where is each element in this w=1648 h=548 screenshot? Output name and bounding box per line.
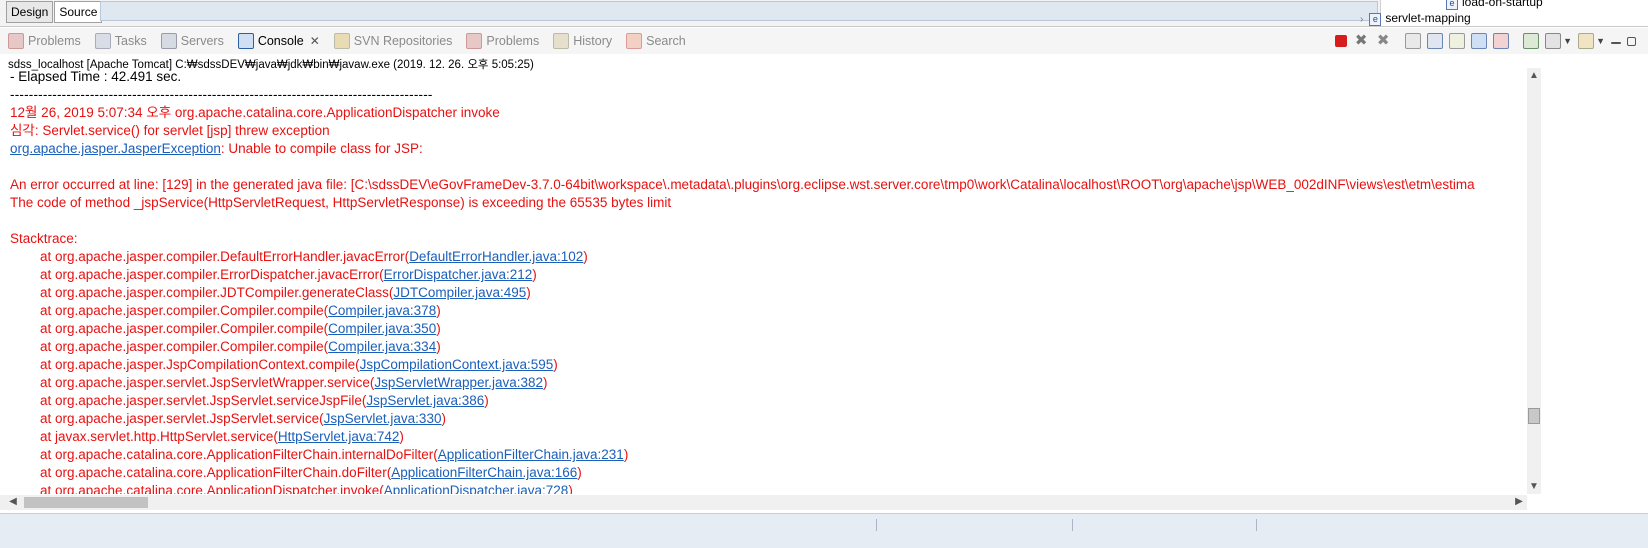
source-link[interactable]: JspServlet.java:330 bbox=[324, 411, 442, 426]
horizontal-scroll-thumb[interactable] bbox=[24, 497, 148, 508]
tab-servers[interactable]: Servers bbox=[160, 32, 224, 50]
problems-icon bbox=[466, 33, 483, 49]
history-icon bbox=[553, 33, 570, 49]
status-separator bbox=[1072, 519, 1073, 531]
status-separator bbox=[1256, 519, 1257, 531]
source-link[interactable]: Compiler.java:378 bbox=[328, 303, 436, 318]
vertical-scrollbar[interactable] bbox=[1527, 68, 1541, 494]
stack-frame: at org.apache.jasper.servlet.JspServlet.… bbox=[40, 411, 446, 426]
source-link[interactable]: JspServlet.java:386 bbox=[366, 393, 484, 408]
status-separator bbox=[876, 519, 877, 531]
tab-tasks[interactable]: Tasks bbox=[94, 32, 147, 50]
stack-frame: at org.apache.jasper.compiler.Compiler.c… bbox=[40, 303, 441, 318]
source-link[interactable]: Compiler.java:334 bbox=[328, 339, 436, 354]
scroll-up-icon[interactable]: ▲ bbox=[1527, 70, 1541, 81]
display-console-icon[interactable] bbox=[1545, 33, 1562, 49]
element-icon: e bbox=[1446, 0, 1458, 10]
source-link[interactable]: JspCompilationContext.java:595 bbox=[360, 357, 554, 372]
divider bbox=[0, 26, 1648, 27]
tab-problems-2[interactable]: Problems bbox=[466, 32, 539, 50]
tab-design[interactable]: Design bbox=[6, 1, 54, 23]
remove-launch-icon[interactable]: ✖ bbox=[1353, 33, 1369, 49]
remove-all-terminated-icon[interactable]: ✖ bbox=[1375, 33, 1391, 49]
console-line: 12월 26, 2019 5:07:34 오후 org.apache.catal… bbox=[10, 105, 500, 120]
outline-item[interactable]: e load-on-startup bbox=[1446, 0, 1543, 10]
word-wrap-icon[interactable] bbox=[1449, 33, 1466, 49]
svn-repositories-icon bbox=[333, 33, 350, 49]
console-line: org.apache.jasper.JasperException: Unabl… bbox=[10, 141, 423, 156]
stack-frame: at org.apache.jasper.JspCompilationConte… bbox=[40, 357, 558, 372]
source-link[interactable]: ApplicationDispatcher.java:728 bbox=[384, 483, 569, 494]
stack-frame: at org.apache.jasper.compiler.JDTCompile… bbox=[40, 285, 531, 300]
console-toolbar: ✖ ✖ ▼ ▼ bbox=[1329, 33, 1636, 49]
tab-svn-repositories[interactable]: SVN Repositories bbox=[333, 32, 452, 50]
vertical-scroll-thumb[interactable] bbox=[1528, 408, 1540, 424]
problems-icon bbox=[8, 33, 24, 49]
console-icon bbox=[237, 33, 254, 49]
stack-frame: at org.apache.jasper.servlet.JspServletW… bbox=[40, 375, 548, 390]
source-link[interactable]: Compiler.java:350 bbox=[328, 321, 436, 336]
exception-link[interactable]: org.apache.jasper.JasperException bbox=[10, 141, 221, 156]
console-output[interactable]: - Elapsed Time : 42.491 sec. -----------… bbox=[0, 68, 1526, 494]
stack-frame: at javax.servlet.http.HttpServlet.servic… bbox=[40, 429, 404, 444]
source-link[interactable]: ApplicationFilterChain.java:166 bbox=[391, 465, 577, 480]
tab-console[interactable]: Console ✕ bbox=[237, 32, 320, 50]
tab-history[interactable]: History bbox=[553, 32, 612, 50]
chevron-down-icon[interactable]: ▼ bbox=[1563, 36, 1572, 46]
editor-horizontal-scrollbar[interactable] bbox=[100, 1, 1378, 21]
search-icon bbox=[626, 33, 643, 49]
scroll-right-icon[interactable]: ▶ bbox=[1512, 496, 1526, 507]
element-icon: e bbox=[1369, 13, 1382, 26]
chevron-down-icon[interactable]: ▼ bbox=[1596, 36, 1605, 46]
maximize-icon[interactable] bbox=[1627, 36, 1636, 46]
stack-frame: at org.apache.jasper.compiler.Compiler.c… bbox=[40, 321, 441, 336]
scroll-left-icon[interactable]: ◀ bbox=[6, 496, 20, 507]
show-on-stdout-icon[interactable] bbox=[1471, 33, 1488, 49]
open-console-icon[interactable] bbox=[1578, 33, 1595, 49]
source-link[interactable]: JspServletWrapper.java:382 bbox=[374, 375, 543, 390]
pin-console-icon[interactable] bbox=[1523, 33, 1540, 49]
servers-icon bbox=[160, 33, 177, 49]
source-link[interactable]: HttpServlet.java:742 bbox=[278, 429, 400, 444]
console-line: - Elapsed Time : 42.491 sec. bbox=[10, 69, 182, 84]
source-link[interactable]: ErrorDispatcher.java:212 bbox=[384, 267, 533, 282]
terminate-icon[interactable] bbox=[1335, 35, 1348, 47]
view-tabs: Problems Tasks Servers Console ✕ SVN Rep… bbox=[8, 32, 700, 50]
tab-search[interactable]: Search bbox=[626, 32, 686, 50]
source-link[interactable]: DefaultErrorHandler.java:102 bbox=[409, 249, 583, 264]
stack-frame: at org.apache.catalina.core.ApplicationF… bbox=[40, 465, 582, 480]
stack-frame: at org.apache.catalina.core.ApplicationD… bbox=[40, 482, 573, 494]
console-line: The code of method _jspService(HttpServl… bbox=[10, 195, 672, 210]
outline-item[interactable]: › e servlet-mapping bbox=[1360, 11, 1471, 26]
stack-frame: at org.apache.jasper.compiler.DefaultErr… bbox=[40, 249, 588, 264]
close-icon[interactable]: ✕ bbox=[310, 34, 320, 48]
scroll-lock-icon[interactable] bbox=[1427, 33, 1444, 49]
stack-frame: at org.apache.jasper.servlet.JspServlet.… bbox=[40, 393, 489, 408]
console-line: Stacktrace: bbox=[10, 231, 78, 246]
status-bar bbox=[0, 513, 1648, 548]
scroll-down-icon[interactable]: ▼ bbox=[1527, 481, 1541, 492]
tab-problems[interactable]: Problems bbox=[8, 32, 81, 50]
console-line: An error occurred at line: [129] in the … bbox=[10, 177, 1475, 192]
tree-expand-icon[interactable]: › bbox=[1360, 14, 1363, 25]
minimize-icon[interactable] bbox=[1611, 42, 1621, 44]
view-tab-bar: Problems Tasks Servers Console ✕ SVN Rep… bbox=[0, 28, 1648, 54]
stack-frame: at org.apache.jasper.compiler.Compiler.c… bbox=[40, 339, 441, 354]
stack-frame: at org.apache.catalina.core.ApplicationF… bbox=[40, 447, 629, 462]
show-on-stderr-icon[interactable] bbox=[1493, 33, 1510, 49]
clear-console-icon[interactable] bbox=[1405, 33, 1422, 49]
source-link[interactable]: ApplicationFilterChain.java:231 bbox=[438, 447, 624, 462]
console-line: 심각: Servlet.service() for servlet [jsp] … bbox=[10, 123, 330, 138]
editor-mode-tabs: Design Source bbox=[6, 1, 103, 23]
console-separator: ----------------------------------------… bbox=[10, 87, 433, 102]
horizontal-scrollbar[interactable] bbox=[0, 495, 1527, 510]
tab-source[interactable]: Source bbox=[54, 1, 103, 23]
stack-frame: at org.apache.jasper.compiler.ErrorDispa… bbox=[40, 267, 537, 282]
tasks-icon bbox=[94, 33, 111, 49]
source-link[interactable]: JDTCompiler.java:495 bbox=[393, 285, 526, 300]
